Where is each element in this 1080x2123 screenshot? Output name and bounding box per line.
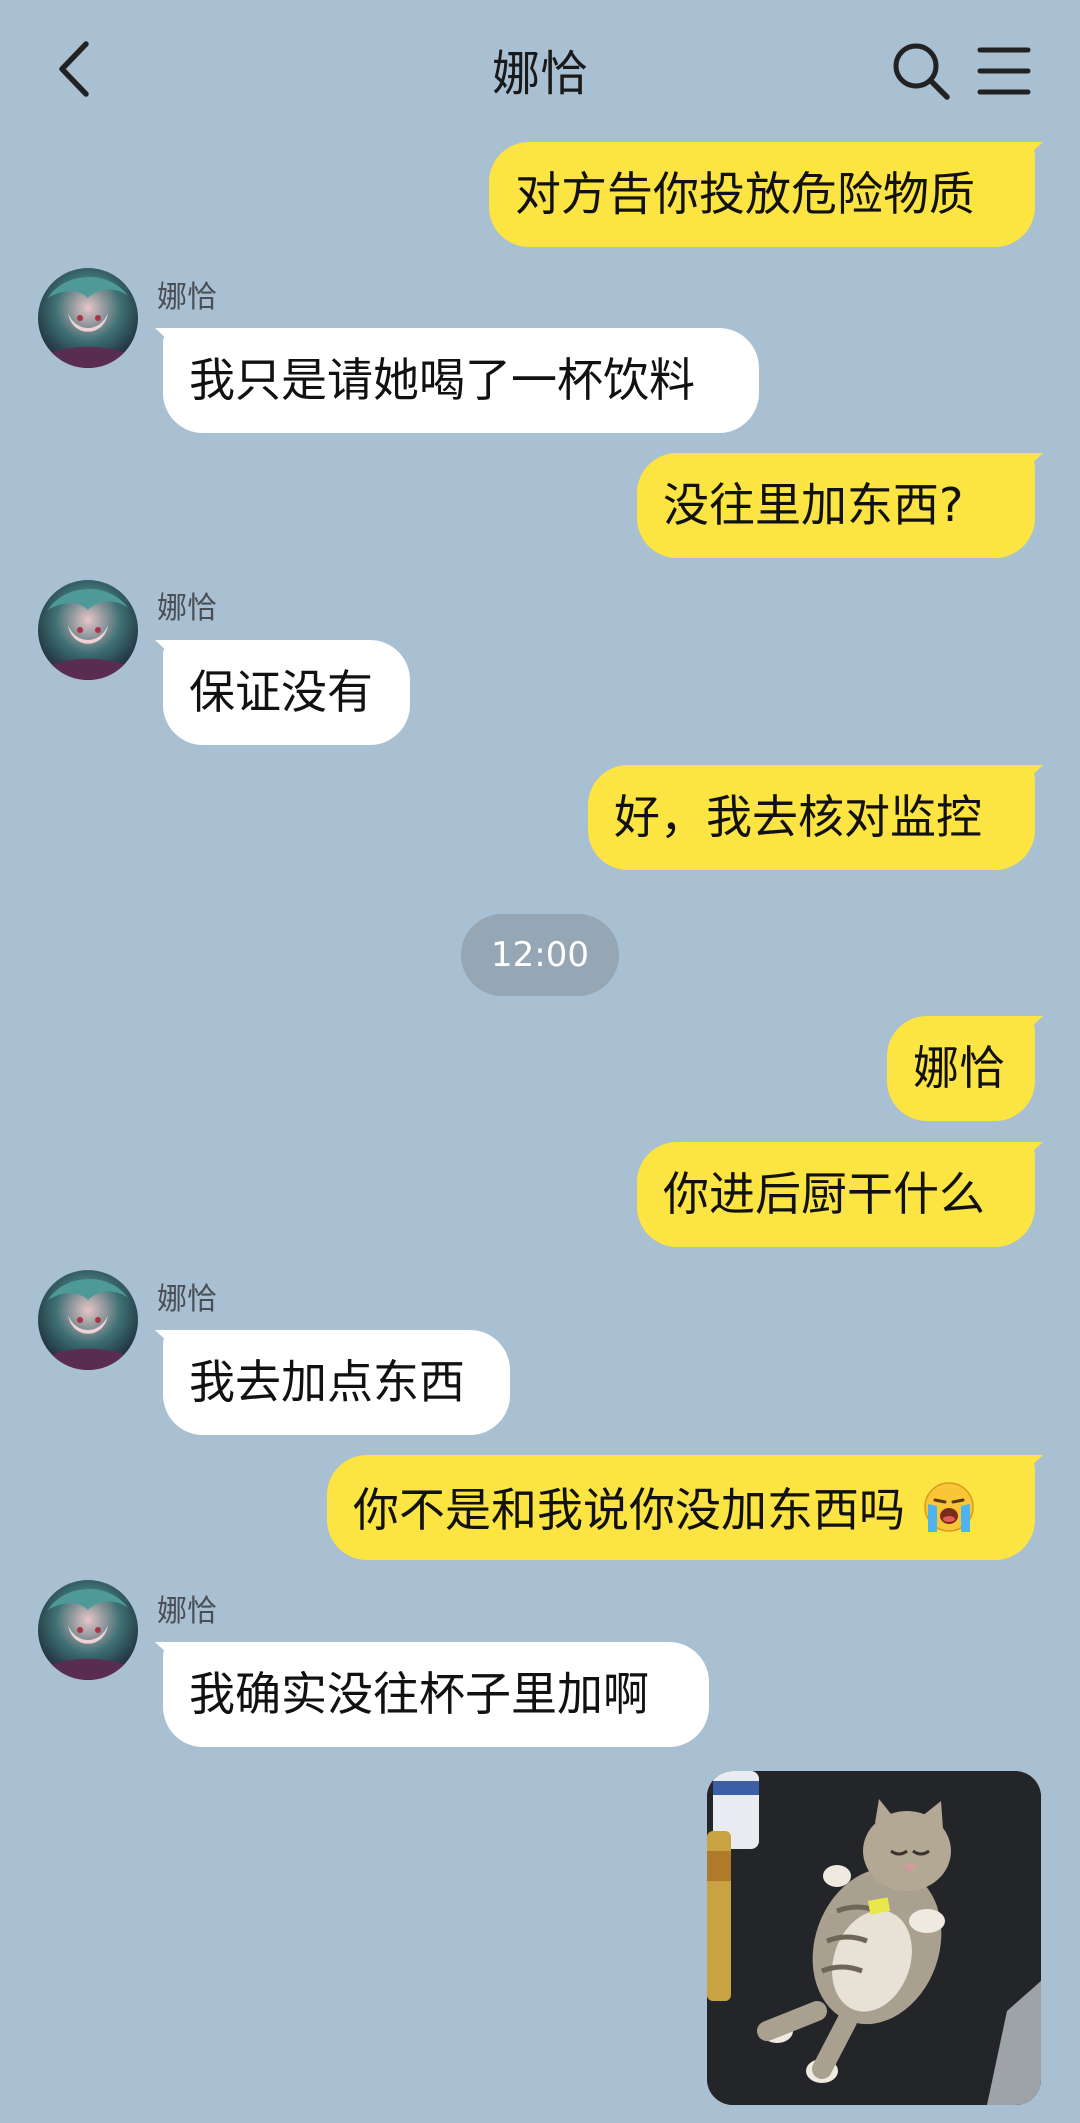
image-message[interactable] [707, 1771, 1041, 2105]
contact-avatar[interactable] [38, 1580, 138, 1680]
their-message-bubble[interactable]: 我去加点东西 [163, 1330, 510, 1435]
chat-header: 娜恰 [0, 0, 1080, 140]
their-message-bubble[interactable]: 我只是请她喝了一杯饮料 [163, 328, 759, 433]
their-message-bubble[interactable]: 我确实没往杯子里加啊 [163, 1642, 709, 1747]
message-text: 你进后厨干什么 [663, 1167, 985, 1221]
timestamp-pill: 12:00 [461, 914, 619, 996]
avatar-image [38, 580, 138, 680]
message-text: 没往里加东西? [663, 478, 964, 532]
sender-name: 娜恰 [157, 1594, 217, 1629]
avatar-image [38, 1270, 138, 1370]
search-icon [893, 43, 950, 100]
kitten-photo [707, 1771, 1041, 2105]
my-message-bubble[interactable]: 你不是和我说你没加东西吗 [327, 1455, 1035, 1560]
message-text: 我只是请她喝了一杯饮料 [189, 353, 695, 407]
my-message-bubble[interactable]: 对方告你投放危险物质 [489, 142, 1035, 247]
sender-name: 娜恰 [157, 1282, 217, 1317]
my-message-bubble[interactable]: 你进后厨干什么 [637, 1142, 1035, 1247]
my-message-bubble[interactable]: 好，我去核对监控 [588, 765, 1035, 870]
avatar-image [38, 1580, 138, 1680]
message-text: 你不是和我说你没加东西吗 [353, 1483, 905, 1537]
message-text: 我确实没往杯子里加啊 [189, 1667, 649, 1721]
message-text: 保证没有 [189, 665, 373, 719]
contact-avatar[interactable] [38, 268, 138, 368]
my-message-bubble[interactable]: 娜恰 [887, 1016, 1035, 1121]
message-text: 好，我去核对监控 [614, 790, 982, 844]
menu-button[interactable] [976, 44, 1032, 98]
contact-avatar[interactable] [38, 580, 138, 680]
avatar-image [38, 268, 138, 368]
message-text: 娜恰 [913, 1041, 1005, 1095]
search-button[interactable] [890, 40, 952, 102]
loudly-crying-face-icon [923, 1482, 974, 1532]
contact-avatar[interactable] [38, 1270, 138, 1370]
menu-icon [977, 47, 1031, 95]
message-text: 我去加点东西 [189, 1355, 465, 1409]
my-message-bubble[interactable]: 没往里加东西? [637, 453, 1035, 558]
their-message-bubble[interactable]: 保证没有 [163, 640, 410, 745]
sender-name: 娜恰 [157, 280, 217, 315]
sender-name: 娜恰 [157, 591, 217, 626]
message-text: 对方告你投放危险物质 [515, 167, 975, 221]
